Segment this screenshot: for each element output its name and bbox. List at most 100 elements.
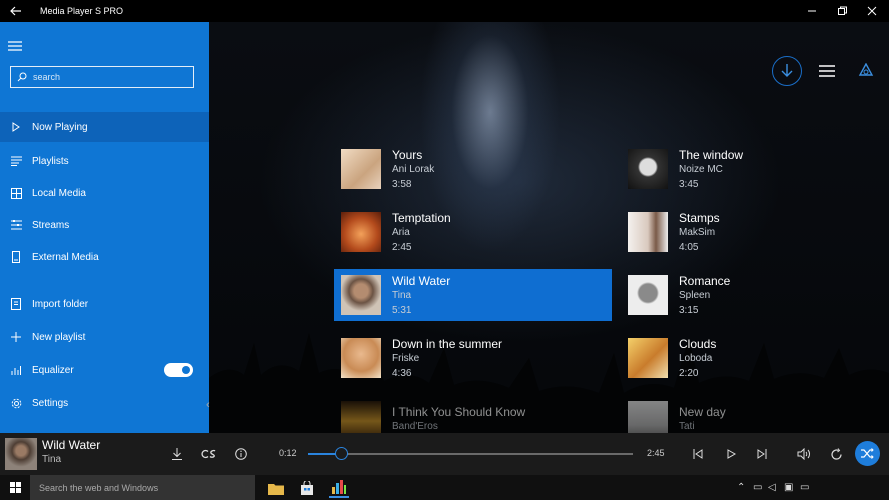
store-button[interactable] <box>297 478 317 498</box>
minimize-button[interactable] <box>795 0 829 22</box>
media-player-taskbar-button[interactable] <box>329 478 349 498</box>
tray-language-icon[interactable]: ▣ <box>784 482 793 493</box>
search-input[interactable]: search <box>33 72 60 82</box>
track-tile[interactable]: Down in the summer Friske 4:36 <box>334 332 612 384</box>
close-icon <box>867 6 877 16</box>
player-bar: Wild Water Tina 0:12 2:45 <box>0 433 889 475</box>
track-title: The window <box>679 147 744 162</box>
title-bar: Media Player S PRO <box>0 0 889 22</box>
now-playing-artist: Tina <box>42 454 62 465</box>
track-tile[interactable]: The window Noize MC 3:45 <box>621 143 889 195</box>
import-folder-icon <box>11 298 21 310</box>
album-art <box>628 212 668 252</box>
hamburger-menu-button[interactable] <box>8 38 24 52</box>
tray-chevron-up-icon[interactable]: ⌃ <box>737 482 745 493</box>
track-artist: Spleen <box>679 289 711 301</box>
shuffle-icon <box>861 448 874 459</box>
track-tile[interactable]: New day Tati <box>621 395 889 433</box>
track-artist: MakSim <box>679 226 716 238</box>
album-art <box>341 275 381 315</box>
hamburger-icon <box>8 41 22 51</box>
windows-taskbar: Search the web and Windows ⌃ ▭ ◁ ▣ ▭ <box>0 475 889 500</box>
track-tile[interactable]: Yours Ani Lorak 3:58 <box>334 143 612 195</box>
album-art <box>628 149 668 189</box>
track-tile[interactable]: Stamps MakSim 4:05 <box>621 206 889 258</box>
tray-network-icon[interactable]: ▭ <box>753 482 762 493</box>
external-drive-icon <box>12 251 20 263</box>
tray-volume-icon[interactable]: ◁ <box>768 482 776 493</box>
nav-label: Settings <box>32 397 69 409</box>
restore-button[interactable] <box>825 0 859 22</box>
folder-icon <box>268 483 284 495</box>
chevron-left-icon: ‹ <box>206 399 210 411</box>
download-icon <box>781 64 793 77</box>
save-download-button[interactable] <box>167 444 187 464</box>
track-tile[interactable]: Clouds Loboda 2:20 <box>621 332 889 384</box>
download-button[interactable] <box>772 56 802 86</box>
nav-settings[interactable]: Settings <box>0 388 209 418</box>
previous-button[interactable] <box>688 444 708 464</box>
taskbar-search[interactable]: Search the web and Windows <box>30 475 255 500</box>
album-art <box>341 401 381 433</box>
track-tile-selected[interactable]: Wild Water Tina 5:31 <box>334 269 612 321</box>
info-icon <box>235 448 247 460</box>
shuffle-button[interactable] <box>855 441 880 466</box>
skip-next-icon <box>757 449 767 459</box>
close-button[interactable] <box>855 0 889 22</box>
nav-label: External Media <box>32 251 99 263</box>
taskbar-search-placeholder: Search the web and Windows <box>39 482 159 493</box>
album-art <box>341 149 381 189</box>
skip-previous-icon <box>693 449 703 459</box>
equalizer-toggle[interactable] <box>164 363 193 377</box>
share-button[interactable] <box>851 56 881 86</box>
repeat-button[interactable] <box>826 444 846 464</box>
nav-label: Streams <box>32 219 70 231</box>
track-tile[interactable]: Romance Spleen 3:15 <box>621 269 889 321</box>
seek-handle[interactable] <box>334 447 348 460</box>
track-title: Romance <box>679 273 731 288</box>
volume-button[interactable] <box>794 444 814 464</box>
nav-import-folder[interactable]: Import folder <box>0 289 209 319</box>
restore-icon <box>838 6 847 15</box>
nav-local-media[interactable]: Local Media <box>0 178 209 208</box>
play-button[interactable] <box>721 444 741 464</box>
back-button[interactable] <box>0 0 32 22</box>
toggle-knob <box>182 366 190 374</box>
track-duration: 3:15 <box>679 304 699 316</box>
nav-external-media[interactable]: External Media <box>0 242 209 272</box>
track-title: I Think You Should Know <box>392 404 526 419</box>
info-button[interactable] <box>231 444 251 464</box>
volume-icon <box>797 448 810 460</box>
track-title: Temptation <box>392 210 451 225</box>
nav-streams[interactable]: Streams <box>0 210 209 240</box>
queue-button[interactable] <box>812 56 842 86</box>
search-box[interactable]: search <box>10 66 194 88</box>
recycle-share-icon <box>858 63 874 76</box>
track-title: Wild Water <box>392 273 451 288</box>
now-playing-title: Wild Water <box>42 438 101 452</box>
track-tile[interactable]: Temptation Aria 2:45 <box>334 206 612 258</box>
seek-bar[interactable] <box>308 447 633 460</box>
track-artist: Tati <box>679 420 695 432</box>
now-playing-art <box>5 438 37 470</box>
window-title: Media Player S PRO <box>40 6 124 16</box>
tray-keyboard-icon[interactable]: ▭ <box>800 482 809 493</box>
nav-label: Local Media <box>32 187 86 199</box>
track-artist: Aria <box>392 226 410 238</box>
nav-now-playing[interactable]: Now Playing <box>0 112 209 142</box>
nav-label: Now Playing <box>32 121 88 133</box>
arrow-left-icon <box>10 6 21 16</box>
nav-label: Import folder <box>32 298 89 310</box>
file-explorer-button[interactable] <box>266 478 286 498</box>
play-outline-icon <box>12 122 20 132</box>
search-icon <box>17 72 27 82</box>
track-title: New day <box>679 404 726 419</box>
store-bag-icon <box>301 481 313 495</box>
nav-playlists[interactable]: Playlists <box>0 146 209 176</box>
track-tile[interactable]: I Think You Should Know Band'Eros <box>334 395 612 433</box>
nav-new-playlist[interactable]: New playlist <box>0 322 209 352</box>
lastfm-scrobble-button[interactable] <box>199 444 221 464</box>
next-button[interactable] <box>752 444 772 464</box>
list-icon <box>819 65 835 77</box>
start-button[interactable] <box>0 475 30 500</box>
